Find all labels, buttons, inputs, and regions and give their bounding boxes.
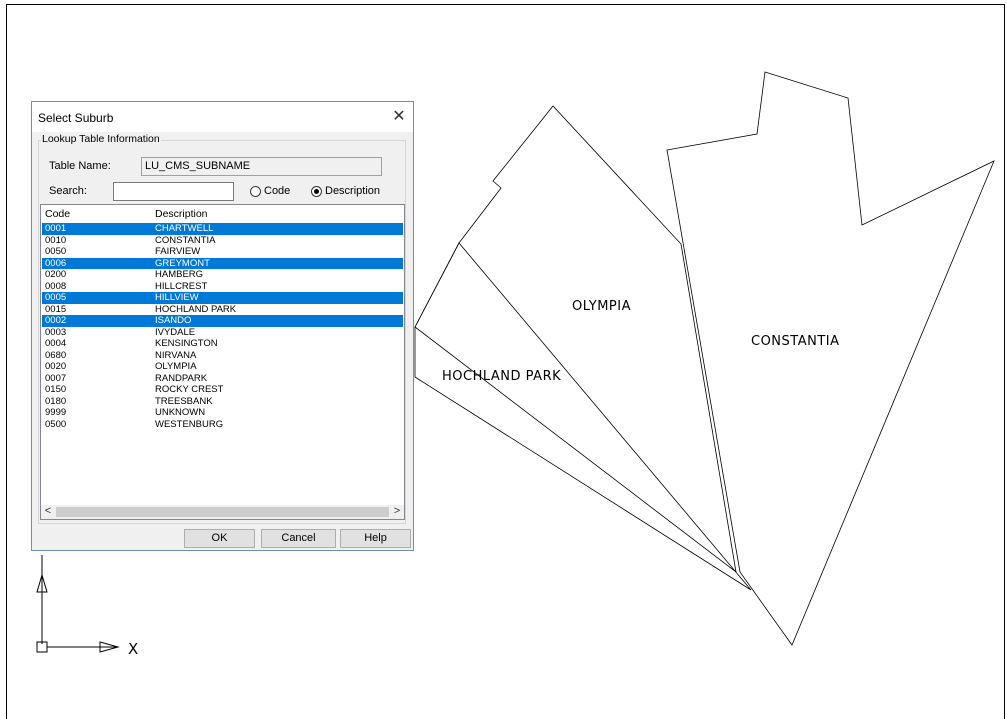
row-description: IVYDALE [155, 326, 196, 338]
ucs-icon: X [36, 555, 138, 658]
table-name-label: Table Name: [49, 160, 111, 172]
group-label: Lookup Table Information [41, 133, 161, 145]
row-code: 0015 [45, 303, 67, 315]
horizontal-scrollbar[interactable]: < > [41, 505, 404, 519]
scroll-left-icon[interactable]: < [41, 505, 55, 519]
list-row[interactable]: 0180 TREESBANK [42, 396, 403, 408]
list-row[interactable]: 0050 FAIRVIEW [42, 246, 403, 258]
row-description: UNKNOWN [155, 407, 206, 418]
list-row[interactable]: 0008 HILLCREST [42, 281, 403, 293]
list-row[interactable]: 0680 NIRVANA [42, 350, 403, 362]
ucs-axis-label: X [128, 640, 138, 658]
dialog-titlebar[interactable]: Select Suburb ✕ [32, 102, 413, 132]
list-row[interactable]: 0006 GREYMONT [42, 257, 403, 269]
row-description: GREYMONT [155, 257, 210, 269]
list-row[interactable]: 0500 WESTENBURG [42, 419, 403, 431]
ok-button[interactable]: OK [184, 529, 255, 548]
row-description: HOCHLAND PARK [155, 303, 237, 315]
parcel-olympia[interactable] [414, 105, 737, 573]
parcel-hochland-park[interactable] [414, 242, 752, 591]
row-description: HILLCREST [155, 280, 208, 292]
close-icon[interactable]: ✕ [385, 102, 413, 132]
row-description: NIRVANA [155, 349, 197, 361]
row-description: HAMBERG [155, 269, 204, 280]
row-code: 0020 [45, 361, 67, 372]
search-input[interactable] [113, 182, 234, 201]
row-code: 0007 [45, 372, 67, 384]
row-description: CONSTANTIA [155, 234, 216, 246]
row-code: 0680 [45, 349, 67, 361]
row-description: WESTENBURG [155, 418, 224, 430]
list-row[interactable]: 0010 CONSTANTIA [42, 235, 403, 247]
row-code: 0150 [45, 384, 67, 395]
list-row[interactable]: 0150 ROCKY CREST [42, 384, 403, 396]
parcel-label-hochland-park: HOCHLAND PARK [442, 369, 561, 384]
list-row[interactable]: 0003 IVYDALE [42, 327, 403, 339]
table-name-field: LU_CMS_SUBNAME [141, 157, 382, 176]
row-code: 0006 [45, 257, 67, 269]
list-rows: 0001 CHARTWELL 0010 CONSTANTIA 0050 FAIRVIEW 0… [42, 223, 403, 430]
dialog-title: Select Suburb [38, 111, 114, 125]
list-row[interactable]: 0020 OLYMPIA [42, 361, 403, 373]
row-code: 0005 [45, 292, 67, 303]
row-description: OLYMPIA [155, 361, 197, 372]
row-code: 0500 [45, 418, 67, 430]
row-code: 9999 [45, 407, 67, 418]
parcel-constantia[interactable] [666, 71, 995, 646]
row-code: 0003 [45, 326, 67, 338]
radio-code-dot[interactable] [250, 185, 261, 197]
row-code: 0050 [45, 246, 67, 257]
radio-code-label: Code [264, 185, 291, 197]
search-label: Search: [49, 185, 87, 197]
row-description: HILLVIEW [155, 292, 199, 303]
parcel-label-olympia: OLYMPIA [572, 299, 631, 314]
row-code: 0002 [45, 315, 67, 326]
suburb-list[interactable]: Code Description 0001 CHARTWELL 0010 CONSTA… [40, 204, 405, 520]
row-code: 0004 [45, 338, 67, 349]
list-header: Code Description [41, 205, 404, 222]
row-description: KENSINGTON [155, 338, 218, 349]
help-button[interactable]: Help [340, 529, 411, 548]
row-code: 0001 [45, 223, 67, 234]
list-row[interactable]: 0005 HILLVIEW [42, 292, 403, 304]
list-row[interactable]: 0004 KENSINGTON [42, 338, 403, 350]
list-row[interactable]: 0001 CHARTWELL [42, 223, 403, 235]
radio-description[interactable]: Description [311, 185, 380, 197]
list-row[interactable]: 0015 HOCHLAND PARK [42, 304, 403, 316]
radio-description-label: Description [325, 185, 381, 197]
row-code: 0180 [45, 395, 67, 407]
row-description: FAIRVIEW [155, 246, 201, 257]
row-description: TREESBANK [155, 395, 213, 407]
column-header-code[interactable]: Code [45, 208, 70, 220]
cancel-button[interactable]: Cancel [261, 529, 336, 548]
parcel-label-constantia: CONSTANTIA [751, 334, 840, 349]
row-code: 0008 [45, 280, 67, 292]
row-description: ISANDO [155, 315, 192, 326]
row-code: 0200 [45, 269, 67, 280]
row-description: CHARTWELL [155, 223, 214, 234]
select-suburb-dialog: Select Suburb ✕ Lookup Table Information… [31, 101, 414, 551]
scroll-right-icon[interactable]: > [390, 505, 404, 519]
column-header-description[interactable]: Description [155, 208, 208, 220]
list-row[interactable]: 0200 HAMBERG [42, 269, 403, 281]
list-row[interactable]: 9999 UNKNOWN [42, 407, 403, 419]
radio-description-dot[interactable] [311, 185, 322, 197]
radio-code[interactable]: Code [250, 185, 290, 197]
row-description: ROCKY CREST [155, 384, 224, 395]
scroll-thumb[interactable] [56, 507, 389, 517]
list-row[interactable]: 0002 ISANDO [42, 315, 403, 327]
row-code: 0010 [45, 234, 67, 246]
row-description: RANDPARK [155, 372, 208, 384]
list-row[interactable]: 0007 RANDPARK [42, 373, 403, 385]
